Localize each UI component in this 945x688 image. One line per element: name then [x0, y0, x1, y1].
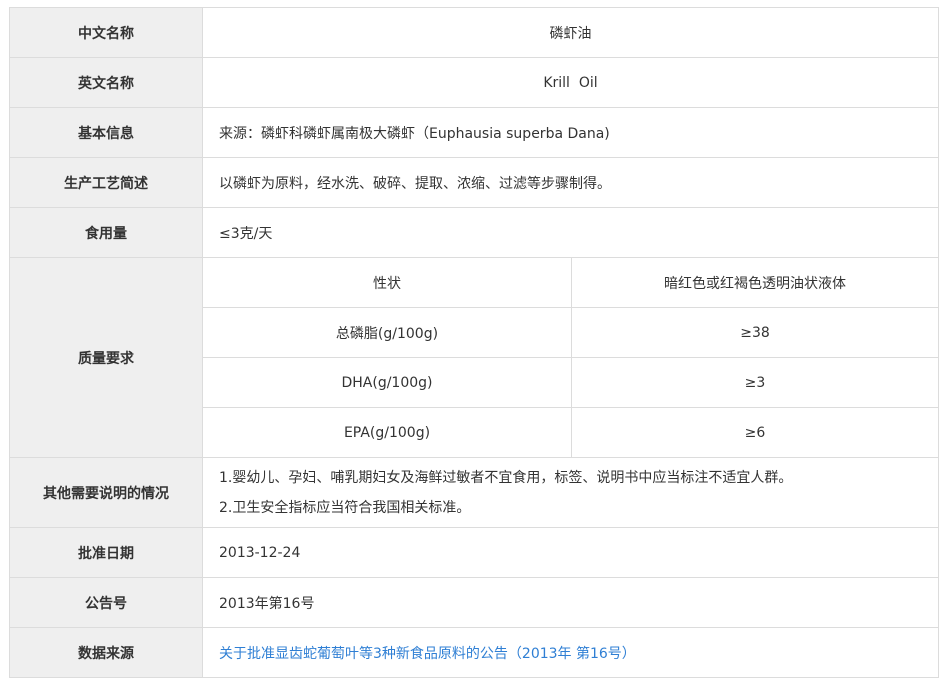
source-link[interactable]: 关于批准显齿蛇葡萄叶等3种新食品原料的公告（2013年 第16号）: [219, 646, 636, 662]
cn-name-label: 中文名称: [9, 7, 203, 58]
row-dosage: 食用量 ≤3克/天: [9, 207, 939, 258]
basic-info-label: 基本信息: [9, 107, 203, 158]
quality-item-value: ≥38: [571, 307, 938, 358]
approval-date-label: 批准日期: [9, 527, 203, 578]
en-name-value: Krill Oil: [202, 57, 939, 108]
note-line-2: 2.卫生安全指标应当符合我国相关标准。: [219, 499, 471, 516]
announcement-value: 2013年第16号: [202, 577, 939, 628]
quality-item-name: EPA(g/100g): [203, 407, 572, 457]
quality-subtable: 性状 暗红色或红褐色透明油状液体 总磷脂(g/100g) ≥38 DHA(g/1…: [203, 258, 938, 457]
row-source: 数据来源 关于批准显齿蛇葡萄叶等3种新食品原料的公告（2013年 第16号）: [9, 627, 939, 678]
quality-item-value: 暗红色或红褐色透明油状液体: [571, 258, 938, 308]
process-label: 生产工艺简述: [9, 157, 203, 208]
quality-item-value: ≥3: [571, 357, 938, 408]
source-cell: 关于批准显齿蛇葡萄叶等3种新食品原料的公告（2013年 第16号）: [202, 627, 939, 678]
notes-value: 1.婴幼儿、孕妇、哺乳期妇女及海鲜过敏者不宜食用，标签、说明书中应当标注不适宜人…: [202, 457, 939, 528]
quality-label: 质量要求: [9, 257, 203, 458]
dosage-value: ≤3克/天: [202, 207, 939, 258]
row-approval-date: 批准日期 2013-12-24: [9, 527, 939, 578]
quality-cell: 性状 暗红色或红褐色透明油状液体 总磷脂(g/100g) ≥38 DHA(g/1…: [202, 257, 939, 458]
dosage-label: 食用量: [9, 207, 203, 258]
quality-row: EPA(g/100g) ≥6: [203, 407, 938, 457]
en-name-label: 英文名称: [9, 57, 203, 108]
cn-name-value: 磷虾油: [202, 7, 939, 58]
row-en-name: 英文名称 Krill Oil: [9, 57, 939, 108]
row-cn-name: 中文名称 磷虾油: [9, 7, 939, 58]
announcement-label: 公告号: [9, 577, 203, 628]
basic-info-value: 来源：磷虾科磷虾属南极大磷虾（Euphausia superba Dana): [202, 107, 939, 158]
row-basic-info: 基本信息 来源：磷虾科磷虾属南极大磷虾（Euphausia superba Da…: [9, 107, 939, 158]
info-table: 中文名称 磷虾油 英文名称 Krill Oil 基本信息 来源：磷虾科磷虾属南极…: [9, 7, 939, 678]
notes-label: 其他需要说明的情况: [9, 457, 203, 528]
approval-date-value: 2013-12-24: [202, 527, 939, 578]
quality-item-name: 总磷脂(g/100g): [203, 307, 572, 358]
quality-row: DHA(g/100g) ≥3: [203, 357, 938, 408]
quality-item-name: DHA(g/100g): [203, 357, 572, 408]
row-announcement: 公告号 2013年第16号: [9, 577, 939, 628]
row-notes: 其他需要说明的情况 1.婴幼儿、孕妇、哺乳期妇女及海鲜过敏者不宜食用，标签、说明…: [9, 457, 939, 528]
quality-row: 性状 暗红色或红褐色透明油状液体: [203, 258, 938, 308]
quality-row: 总磷脂(g/100g) ≥38: [203, 307, 938, 358]
row-quality: 质量要求 性状 暗红色或红褐色透明油状液体 总磷脂(g/100g) ≥38 DH…: [9, 257, 939, 458]
source-label: 数据来源: [9, 627, 203, 678]
row-process: 生产工艺简述 以磷虾为原料，经水洗、破碎、提取、浓缩、过滤等步骤制得。: [9, 157, 939, 208]
quality-item-name: 性状: [373, 275, 401, 292]
note-line-1: 1.婴幼儿、孕妇、哺乳期妇女及海鲜过敏者不宜食用，标签、说明书中应当标注不适宜人…: [219, 469, 793, 486]
quality-item-value: ≥6: [571, 407, 938, 457]
process-value: 以磷虾为原料，经水洗、破碎、提取、浓缩、过滤等步骤制得。: [202, 157, 939, 208]
